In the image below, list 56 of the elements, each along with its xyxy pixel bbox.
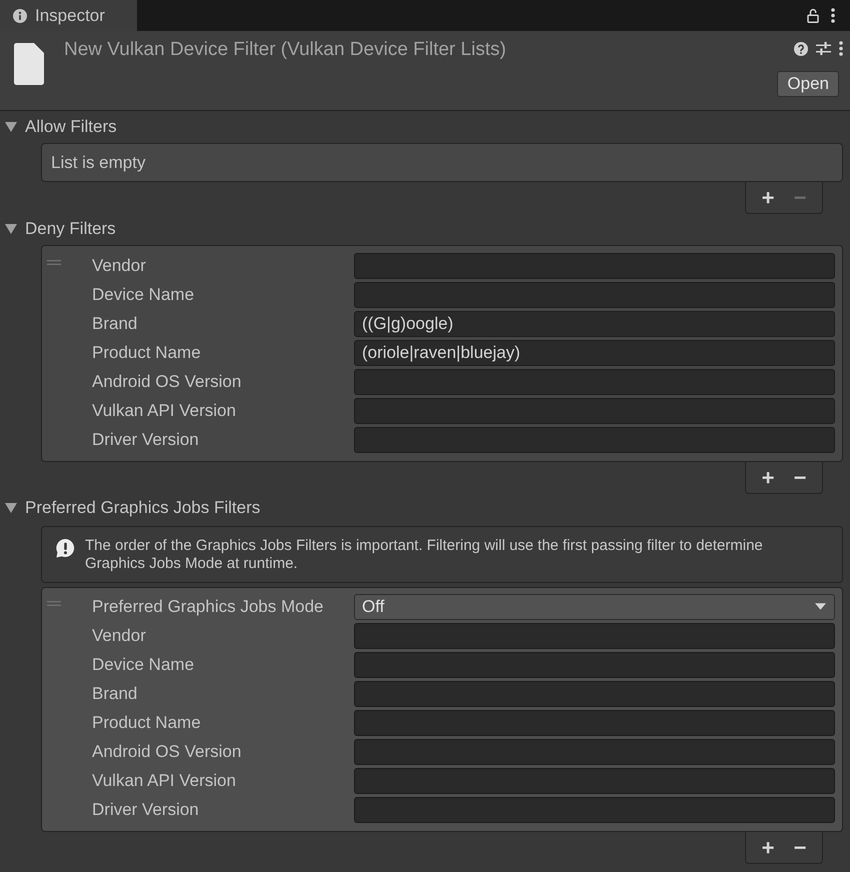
- field-label: Device Name: [92, 284, 196, 306]
- text-field[interactable]: [354, 768, 835, 794]
- foldout-header[interactable]: Allow Filters: [0, 115, 117, 139]
- remove-button[interactable]: −: [787, 466, 813, 490]
- field-label: Product Name: [92, 712, 202, 734]
- text-field[interactable]: [354, 652, 835, 678]
- dropdown-field[interactable]: Off: [354, 594, 835, 620]
- field-label: Product Name: [92, 342, 202, 364]
- field-label: Vendor: [92, 624, 147, 647]
- more-options-icon[interactable]: [831, 8, 835, 23]
- text-field[interactable]: [354, 738, 835, 764]
- field-label: Driver Version: [92, 428, 200, 451]
- add-button[interactable]: +: [755, 186, 781, 210]
- asset-title: New Vulkan Device Filter (Vulkan Device Filter Lists): [64, 38, 506, 62]
- field-label: Driver Version: [92, 798, 200, 821]
- caret-down-icon: [815, 603, 826, 610]
- inspector-tab[interactable]: Inspector: [0, 0, 137, 31]
- field-label: Android OS Version: [92, 370, 242, 393]
- text-field[interactable]: [354, 680, 835, 706]
- remove-button[interactable]: −: [787, 836, 813, 860]
- more-options-icon[interactable]: [839, 41, 843, 56]
- list-element[interactable]: Preferred Graphics Jobs Mode Off Vendor Device Name Brand Product Name Android OS Version Vulkan API Version Driver Version: [41, 587, 843, 832]
- text-field[interactable]: [354, 398, 835, 424]
- field-label: Vulkan API Version: [92, 770, 237, 792]
- field-label: Brand: [92, 312, 138, 335]
- open-button[interactable]: Open: [777, 71, 839, 97]
- field-label: Brand: [92, 682, 138, 705]
- foldout-header[interactable]: Preferred Graphics Jobs Filters: [0, 496, 260, 520]
- file-icon: [14, 43, 44, 85]
- field-label: Vulkan API Version: [92, 400, 237, 422]
- text-field[interactable]: [354, 282, 835, 308]
- drag-handle-icon[interactable]: [47, 260, 61, 265]
- text-field[interactable]: [354, 368, 835, 394]
- empty-list-message: List is empty: [51, 152, 146, 174]
- field-label: Preferred Graphics Jobs Mode: [92, 596, 324, 618]
- field-label: Device Name: [92, 654, 196, 676]
- text-field[interactable]: [354, 796, 835, 822]
- drag-handle-icon[interactable]: [47, 601, 61, 606]
- text-field[interactable]: (oriole|raven|bluejay): [354, 340, 835, 366]
- help-icon[interactable]: [794, 42, 808, 56]
- exclamation-bubble-icon: [56, 539, 75, 558]
- add-button[interactable]: +: [755, 836, 781, 860]
- help-message: The order of the Graphics Jobs Filters is important. Filtering will use the first passing filter to determine Graphics Jobs Mode at runtime.: [85, 537, 764, 573]
- add-button[interactable]: +: [755, 466, 781, 490]
- lock-icon[interactable]: [807, 8, 819, 23]
- field-label: Android OS Version: [92, 740, 242, 763]
- text-field[interactable]: [354, 426, 835, 452]
- sliders-icon[interactable]: [816, 41, 831, 56]
- info-icon: [13, 8, 27, 22]
- foldout-header[interactable]: Deny Filters: [0, 217, 116, 241]
- list-element[interactable]: Vendor Device Name Brand ((G|g)oogle) Product Name (oriole|raven|bluejay) Android OS Version Vulkan API Version Driver Version: [41, 245, 843, 462]
- field-label: Vendor: [92, 254, 147, 277]
- text-field[interactable]: ((G|g)oogle): [354, 310, 835, 336]
- text-field[interactable]: [354, 252, 835, 278]
- text-field[interactable]: [354, 622, 835, 648]
- text-field[interactable]: [354, 710, 835, 736]
